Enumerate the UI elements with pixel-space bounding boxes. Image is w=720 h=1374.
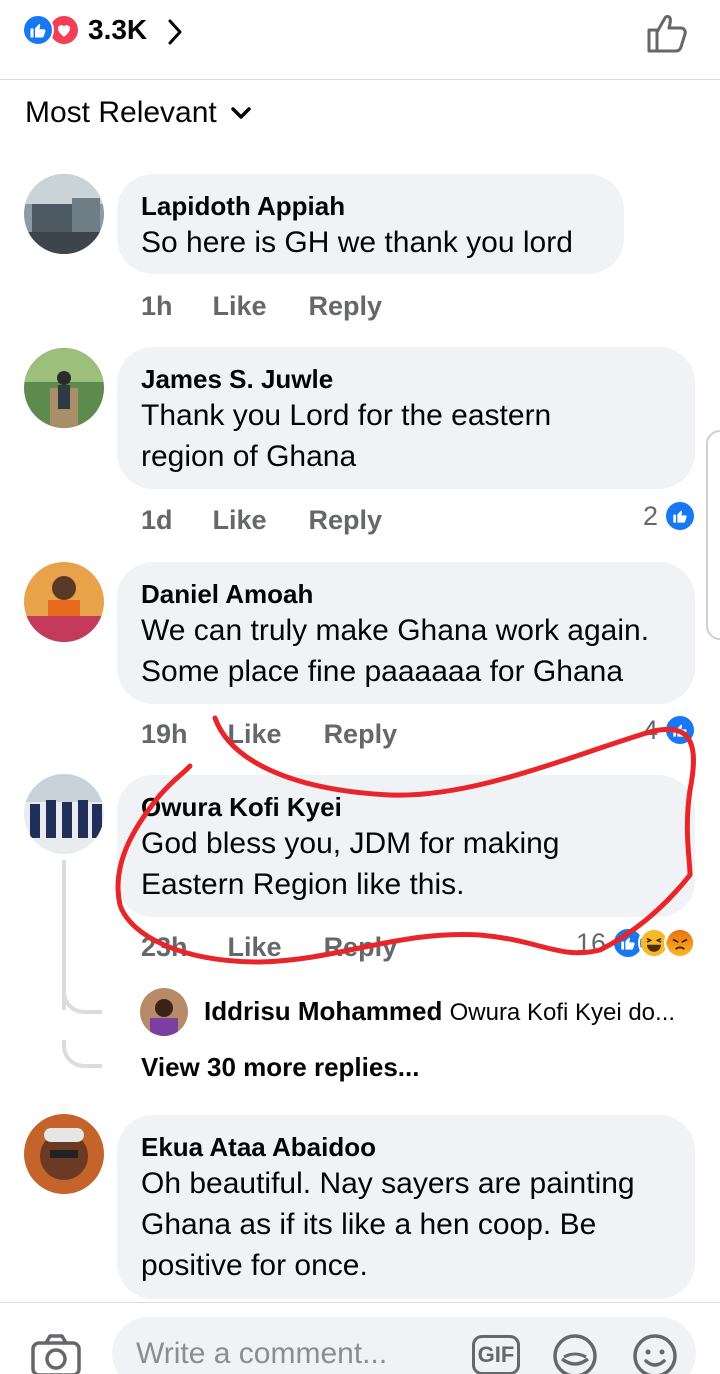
like-icon [22,14,54,46]
comment-actions: 1h Like Reply [141,291,424,322]
comment-text: Eastern Region like this. [141,868,465,901]
chevron-down-icon [231,107,251,119]
comment-author[interactable]: James S. Juwle [141,363,671,395]
thread-connector [62,1040,102,1068]
comment-input-container[interactable]: GIF [112,1317,696,1374]
gif-icon[interactable]: GIF [472,1335,520,1374]
sort-dropdown[interactable]: Most Relevant [25,96,251,130]
comment-text: Oh beautiful. Nay sayers are painting [141,1167,635,1200]
reaction-count: 16 [575,927,606,958]
comment-composer: GIF [0,1302,720,1374]
camera-icon[interactable] [30,1333,82,1374]
comment-time[interactable]: 23h [141,932,188,963]
like-button[interactable]: Like [213,505,267,536]
comment-bubble[interactable]: Owura Kofi Kyei God bless you, JDM for m… [117,775,695,917]
reply-button[interactable]: Reply [309,291,383,322]
comment-time[interactable]: 1h [141,291,173,322]
avatar[interactable] [24,774,104,854]
reply-button[interactable]: Reply [324,932,398,963]
avatar[interactable] [24,1114,104,1194]
reply-text: Owura Kofi Kyei do... [449,999,676,1026]
like-button[interactable]: Like [213,291,267,322]
comment-input[interactable] [136,1337,466,1371]
comment-text: Thank you Lord for the eastern [141,399,552,432]
reactions-summary[interactable]: 3.3K [22,14,183,46]
angry-icon [664,927,696,959]
comment-bubble[interactable]: Daniel Amoah We can truly make Ghana wor… [117,562,695,704]
comment-actions: 1d Like Reply [141,505,424,536]
reply-button[interactable]: Reply [309,505,383,536]
comment-text: Some place fine paaaaaa for Ghana [141,655,624,688]
comment-bubble[interactable]: Ekua Ataa Abaidoo Oh beautiful. Nay saye… [117,1115,695,1299]
thumbs-up-outline-icon[interactable] [646,12,690,54]
comment-author[interactable]: Lapidoth Appiah [141,190,600,222]
like-button[interactable]: Like [228,932,282,963]
comment-reactions[interactable]: 4 [643,714,696,746]
comment-bubble[interactable]: Lapidoth Appiah So here is GH we thank y… [117,174,624,274]
avatar[interactable] [24,174,104,254]
like-icon [664,500,696,532]
view-more-replies-link[interactable]: View 30 more replies... [141,1052,419,1083]
comment-text: region of Ghana [141,440,357,473]
comment-text: Ghana as if its like a hen coop. Be [141,1208,597,1241]
comment-text: positive for once. [141,1249,368,1282]
avatar[interactable] [24,348,104,428]
thread-connector [62,990,102,1014]
comment-text: So here is GH we thank you lord [141,226,573,259]
sticker-icon[interactable] [552,1333,598,1374]
reply-preview[interactable]: Iddrisu Mohammed Owura Kofi Kyei do... [204,996,675,1027]
comment-bubble[interactable]: James S. Juwle Thank you Lord for the ea… [117,347,695,489]
comment-author[interactable]: Owura Kofi Kyei [141,791,671,823]
comment-actions: 19h Like Reply [141,719,439,750]
comment-text: God bless you, JDM for making [141,827,560,860]
reaction-count: 2 [642,500,658,531]
chevron-right-icon[interactable] [167,18,183,46]
reply-button[interactable]: Reply [324,719,398,750]
reaction-count: 4 [642,714,658,745]
reply-author[interactable]: Iddrisu Mohammed [204,996,442,1026]
sort-label: Most Relevant [25,96,217,129]
comment-time[interactable]: 1d [141,505,173,536]
comment-reactions[interactable]: 16 [576,927,696,959]
comment-time[interactable]: 19h [141,719,188,750]
comment-actions: 23h Like Reply [141,932,439,963]
thread-line [62,860,66,1010]
reactions-header: 3.3K [0,0,720,80]
emoji-icon[interactable] [632,1333,678,1374]
like-icon [664,714,696,746]
scroll-handle[interactable] [706,430,720,640]
comment-text: We can truly make Ghana work again. [141,614,650,647]
comment-author[interactable]: Daniel Amoah [141,578,671,610]
like-button[interactable]: Like [228,719,282,750]
reaction-count: 3.3K [88,14,148,45]
reply-avatar[interactable] [140,988,188,1036]
comment-reactions[interactable]: 2 [643,500,696,532]
avatar[interactable] [24,562,104,642]
comment-author[interactable]: Ekua Ataa Abaidoo [141,1131,671,1163]
